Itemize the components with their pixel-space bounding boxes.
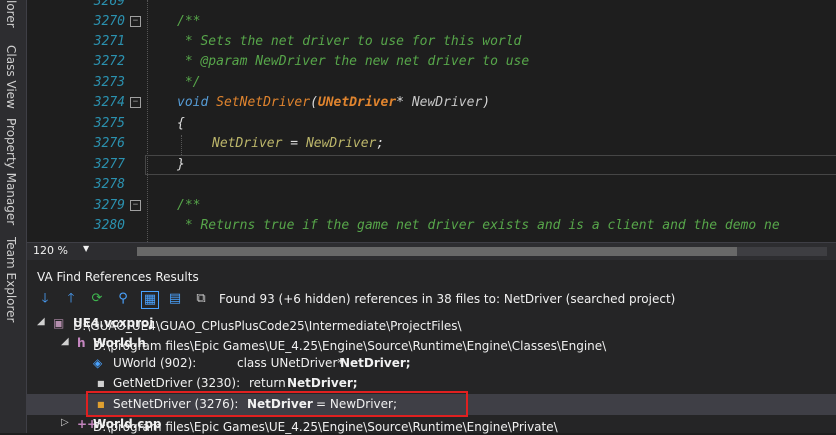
code-line: 3272 * @param NewDriver the new net driv… <box>93 54 530 69</box>
assignment-statement: NetDriver = NewDriver; <box>212 136 385 151</box>
find-references-panel: VA Find References Results 🡓 🡑 ⟳ ⚲ ▦ ▤ ⧉… <box>27 260 836 435</box>
collapse-arrow-icon[interactable]: ◢ <box>61 336 69 347</box>
code-line: 3275 { <box>93 116 185 131</box>
function-signature: void SetNetDriver(UNetDriver* NewDriver) <box>177 95 491 110</box>
expand-arrow-icon[interactable]: ▷ <box>61 417 69 428</box>
code-editor[interactable]: 3269 3270 − /** 3271 * Sets the net driv… <box>27 0 836 242</box>
zoom-select[interactable]: 120 % ▼ <box>33 244 91 258</box>
panel-title: VA Find References Results <box>37 270 199 284</box>
group-files-icon[interactable]: ▤ <box>167 291 183 307</box>
code-line: 3269 <box>93 0 125 9</box>
refresh-icon[interactable]: ⟳ <box>89 291 105 307</box>
code-line: 3274 − void SetNetDriver(UNetDriver* New… <box>27 93 836 113</box>
tree-row-reference[interactable]: ◈ UWorld (902): class UNetDriver* NetDri… <box>27 353 836 374</box>
results-summary: Found 93 (+6 hidden) references in 38 fi… <box>219 292 676 306</box>
chevron-down-icon: ▼ <box>83 244 90 253</box>
code-line: 3279 − /** <box>93 198 201 213</box>
reference-location: UWorld (902): <box>113 356 197 370</box>
code-line: 3280 * Returns true if the game net driv… <box>93 218 780 233</box>
reference-code: return <box>249 376 286 390</box>
tree-row-label: D:\program files\Epic Games\UE_4.25\Engi… <box>93 336 607 353</box>
collapse-arrow-icon[interactable]: ◢ <box>37 316 45 327</box>
highlight-toggle-icon[interactable]: ▦ <box>141 291 159 309</box>
team-explorer-tab[interactable]: Team Explorer <box>4 237 18 323</box>
code-line: 3278 <box>93 177 125 192</box>
property-manager-tab[interactable]: Property Manager <box>4 118 18 225</box>
reference-code: class UNetDriver* <box>237 356 344 370</box>
find-icon[interactable]: ⚲ <box>115 291 131 307</box>
tool-window-strip: lorer Class View Property Manager Team E… <box>0 0 27 433</box>
scrollbar-thumb[interactable] <box>137 247 737 256</box>
tree-row-file[interactable]: ▷ ++ D:\program files\Epic Games\UE_4.25… <box>27 414 836 435</box>
tree-row-label: D:\GUAO_UE4\GUAO_CPlusPlusCode25\Interme… <box>73 316 462 333</box>
solution-explorer-tab[interactable]: lorer <box>4 0 18 38</box>
zoom-value: 120 % <box>33 244 68 257</box>
code-line: 3273 */ <box>93 75 201 90</box>
arrow-down-icon[interactable]: 🡓 <box>37 291 53 307</box>
code-line: 3276 NetDriver = NewDriver; <box>27 134 836 154</box>
code-line: 3271 * Sets the net driver to use for th… <box>93 34 522 49</box>
code-line: 3270 − /** <box>93 14 201 29</box>
class-member-icon: ◈ <box>93 356 103 370</box>
project-icon: ▣ <box>53 316 65 330</box>
clone-results-icon[interactable]: ⧉ <box>193 291 209 307</box>
tree-row-project[interactable]: ◢ ▣ D:\GUAO_UE4\GUAO_CPlusPlusCode25\Int… <box>27 313 836 334</box>
horizontal-scrollbar[interactable] <box>137 247 827 256</box>
reference-icon: ■ <box>97 379 105 388</box>
tree-row-label: D:\program files\Epic Games\UE_4.25\Engi… <box>93 417 558 434</box>
header-file-icon: h <box>77 336 86 350</box>
editor-status-bar: 120 % ▼ <box>27 242 836 260</box>
code-line: 3277 } <box>93 157 185 172</box>
class-view-tab[interactable]: Class View <box>4 45 18 109</box>
collapse-icon[interactable]: − <box>130 16 141 27</box>
reference-location: GetNetDriver (3230): <box>113 376 241 390</box>
arrow-up-icon[interactable]: 🡑 <box>63 291 79 307</box>
tree-row-file[interactable]: ◢ h D:\program files\Epic Games\UE_4.25\… <box>27 333 836 354</box>
collapse-icon[interactable]: − <box>130 200 141 211</box>
collapse-icon[interactable]: − <box>130 97 141 108</box>
